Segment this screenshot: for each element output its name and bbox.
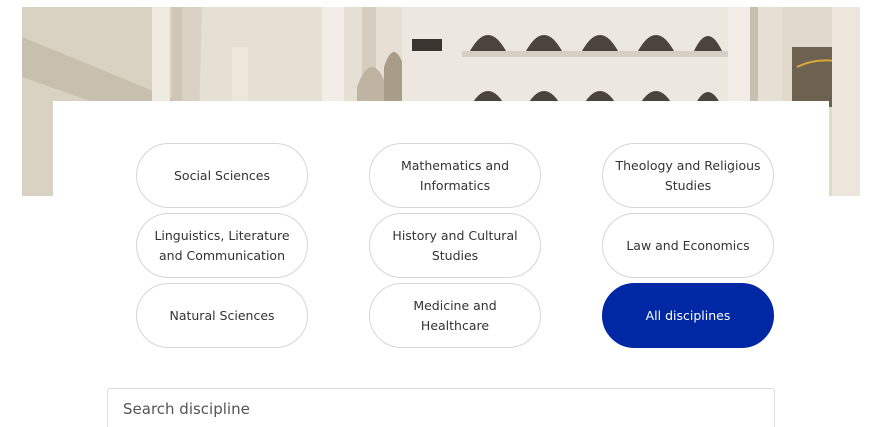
discipline-label: Natural Sciences xyxy=(169,307,275,323)
discipline-mathematics-informatics[interactable]: Mathematics and Informatics xyxy=(369,143,541,208)
discipline-natural-sciences[interactable]: Natural Sciences xyxy=(136,283,308,348)
discipline-medicine-healthcare[interactable]: Medicine and Healthcare xyxy=(369,283,541,348)
discipline-linguistics-literature-communication[interactable]: Linguistics, Literature and Communicatio… xyxy=(136,213,308,278)
discipline-label: Linguistics, Literature and Communicatio… xyxy=(154,227,290,263)
discipline-history-cultural-studies[interactable]: History and Cultural Studies xyxy=(369,213,541,278)
discipline-social-sciences[interactable]: Social Sciences xyxy=(136,143,308,208)
discipline-law-economics[interactable]: Law and Economics xyxy=(602,213,774,278)
discipline-label: Medicine and Healthcare xyxy=(413,297,497,333)
search-box xyxy=(107,388,775,427)
discipline-label: Law and Economics xyxy=(626,237,750,253)
discipline-label: Theology and Religious Studies xyxy=(615,157,761,193)
discipline-all-disciplines[interactable]: All disciplines xyxy=(602,283,774,348)
page: Social Sciences Mathematics and Informat… xyxy=(0,0,869,427)
discipline-theology-religious-studies[interactable]: Theology and Religious Studies xyxy=(602,143,774,208)
discipline-label: Social Sciences xyxy=(173,167,270,183)
discipline-label: Mathematics and Informatics xyxy=(400,157,510,193)
discipline-label: History and Cultural Studies xyxy=(392,227,518,263)
discipline-label: All disciplines xyxy=(645,307,731,323)
search-discipline-input[interactable] xyxy=(108,389,774,427)
